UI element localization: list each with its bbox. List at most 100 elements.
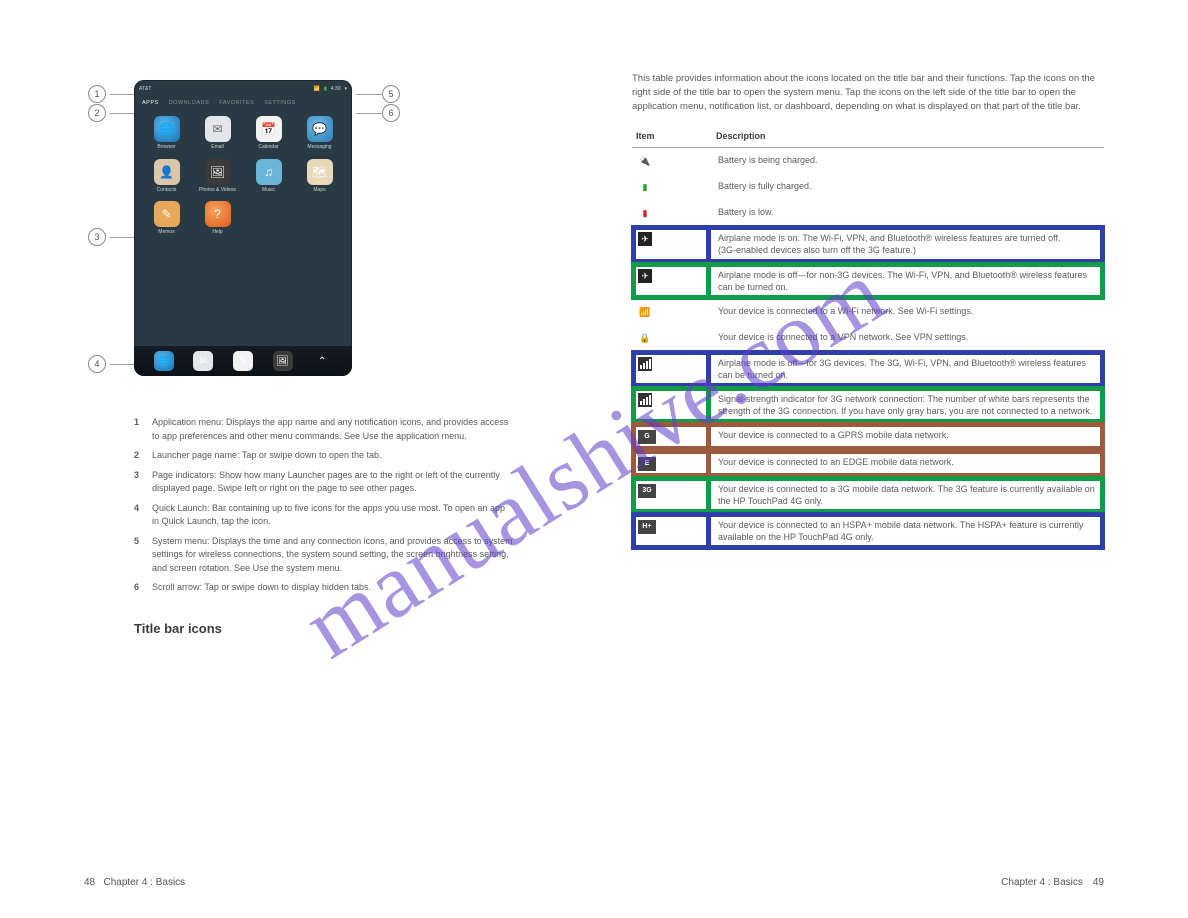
app-calendar[interactable]: 📅Calendar (246, 116, 291, 151)
table-row: 🔒Your device is connected to a VPN netwo… (632, 325, 1104, 351)
calendar-icon: 📅 (256, 116, 282, 142)
time-label: 4:30 (331, 86, 341, 92)
wifi-icon: 📶 (314, 86, 320, 92)
app-label: Maps (313, 188, 325, 194)
quick-launch-dock: 🌐 ✉ 5 🖼 ⌃ (134, 346, 352, 376)
desc-cell: Airplane mode is on. The Wi‑Fi, VPN, and… (712, 226, 1104, 262)
app-maps[interactable]: 🗺 Maps (297, 159, 342, 194)
legend-text: Launcher page name: Tap or swipe down to… (152, 449, 382, 463)
desc-cell: Battery is low. (712, 200, 1104, 226)
tab[interactable]: DOWNLOADS (169, 100, 210, 106)
icon-cell: G (632, 423, 712, 450)
app-grid: 🌐Browser ✉ Email 📅Calendar 💬 Messaging 👤 Contac… (144, 116, 342, 236)
legend-number: 4 (134, 502, 152, 529)
legend-number: 6 (134, 581, 152, 595)
battery-low-icon: ▮ (638, 206, 652, 220)
memos-icon: ✎ (154, 201, 180, 227)
screenshot-wrap: 1 2 3 4 5 6 AT&T 📶 ▮ 4:30 ▾ (134, 80, 414, 388)
legend-row: 4Quick Launch: Bar containing up to five… (134, 502, 514, 529)
wifi-icon: 📶 (638, 305, 652, 319)
legend-row: 1Application menu: Displays the app name… (134, 416, 514, 443)
status-bar: AT&T 📶 ▮ 4:30 ▾ (139, 84, 347, 94)
calendar-icon[interactable]: 5 (233, 351, 253, 371)
app-contacts[interactable]: 👤 Contacts (144, 159, 189, 194)
chapter-label: Chapter 4 : Basics (1001, 877, 1083, 888)
icon-cell: 3G (632, 477, 712, 513)
callout-num: 3 (88, 228, 106, 246)
legend-number: 5 (134, 535, 152, 576)
legend-number: 1 (134, 416, 152, 443)
app-email[interactable]: ✉ Email (195, 116, 240, 151)
legend-row: 6Scroll arrow: Tap or swipe down to disp… (134, 581, 514, 595)
table-row: ▮Battery is fully charged. (632, 174, 1104, 200)
icon-cell (632, 351, 712, 387)
right-column: This table provides information about th… (632, 72, 1108, 549)
app-photos-videos[interactable]: 🖼 Photos & Videos (195, 159, 240, 194)
maps-icon: 🗺 (307, 159, 333, 185)
table-row: GYour device is connected to a GPRS mobi… (632, 423, 1104, 450)
photos-icon: 🖼 (205, 159, 231, 185)
help-icon: ? (205, 201, 231, 227)
page-footer-left: 48 Chapter 4 : Basics (84, 877, 185, 888)
legend-number: 2 (134, 449, 152, 463)
col-item: Item (632, 127, 712, 148)
app-label: Photos & Videos (199, 188, 236, 194)
app-label: Memos (158, 230, 174, 236)
desc-cell: Your device is connected to a VPN networ… (712, 325, 1104, 351)
app-music[interactable]: ♫Music (246, 159, 291, 194)
email-icon[interactable]: ✉ (193, 351, 213, 371)
icon-cell: 📶 (632, 299, 712, 325)
icon-cell: 🔌 (632, 148, 712, 175)
desc-cell: Battery is being charged. (712, 148, 1104, 175)
callout-num: 5 (382, 85, 400, 103)
callout-6: 6 (356, 104, 400, 122)
app-help[interactable]: ? Help (195, 201, 240, 236)
callout-num: 4 (88, 355, 106, 373)
desc-cell: Your device is connected to a Wi‑Fi netw… (712, 299, 1104, 325)
callout-4: 4 (88, 355, 136, 373)
desc-cell: Airplane mode is off—for 3G devices. The… (712, 351, 1104, 387)
intro-paragraph: This table provides information about th… (632, 72, 1108, 113)
app-label: Help (212, 230, 222, 236)
desc-cell: Battery is fully charged. (712, 174, 1104, 200)
col-desc: Description (712, 127, 1104, 148)
browser-icon[interactable]: 🌐 (154, 351, 174, 371)
launcher-tabs: APPS DOWNLOADS FAVORITES SETTINGS (142, 96, 344, 110)
legend-text: System menu: Displays the time and any c… (152, 535, 514, 576)
desc-cell: Your device is connected to a GPRS mobil… (712, 423, 1104, 450)
photos-icon[interactable]: 🖼 (273, 351, 293, 371)
legend-row: 2Launcher page name: Tap or swipe down t… (134, 449, 514, 463)
section-title: Title bar icons (134, 621, 550, 636)
callout-2: 2 (88, 104, 136, 122)
app-label: Email (211, 145, 224, 151)
icon-cell: ✈ (632, 226, 712, 262)
tab[interactable]: APPS (142, 100, 159, 106)
hplus-icon: H+ (638, 520, 656, 534)
legend-number: 3 (134, 469, 152, 496)
table-row: 🔌Battery is being charged. (632, 148, 1104, 175)
app-label: Contacts (157, 188, 177, 194)
status-icons-table: Item Description 🔌Battery is being charg… (632, 127, 1104, 549)
app-memos[interactable]: ✎ Memos (144, 201, 189, 236)
battery-icon: ▮ (324, 86, 327, 92)
app-messaging[interactable]: 💬 Messaging (297, 116, 342, 151)
table-row: Airplane mode is off—for 3G devices. The… (632, 351, 1104, 387)
app-label: Browser (157, 145, 175, 151)
signal-on-icon (638, 357, 652, 371)
tab[interactable]: SETTINGS (264, 100, 296, 106)
email-icon: ✉ (205, 116, 231, 142)
desc-cell: Your device is connected to a 3G mobile … (712, 477, 1104, 513)
up-icon[interactable]: ⌃ (312, 351, 332, 371)
app-label: Messaging (307, 145, 331, 151)
app-browser[interactable]: 🌐Browser (144, 116, 189, 151)
messaging-icon: 💬 (307, 116, 333, 142)
contacts-icon: 👤 (154, 159, 180, 185)
callout-5: 5 (356, 85, 400, 103)
table-row: ✈Airplane mode is on. The Wi‑Fi, VPN, an… (632, 226, 1104, 262)
tab[interactable]: FAVORITES (219, 100, 254, 106)
legend-text: Scroll arrow: Tap or swipe down to displ… (152, 581, 371, 595)
callout-num: 6 (382, 104, 400, 122)
table-row: ▮ Battery is low. (632, 200, 1104, 226)
callout-1: 1 (88, 85, 136, 103)
3g-icon: 3G (638, 484, 656, 498)
